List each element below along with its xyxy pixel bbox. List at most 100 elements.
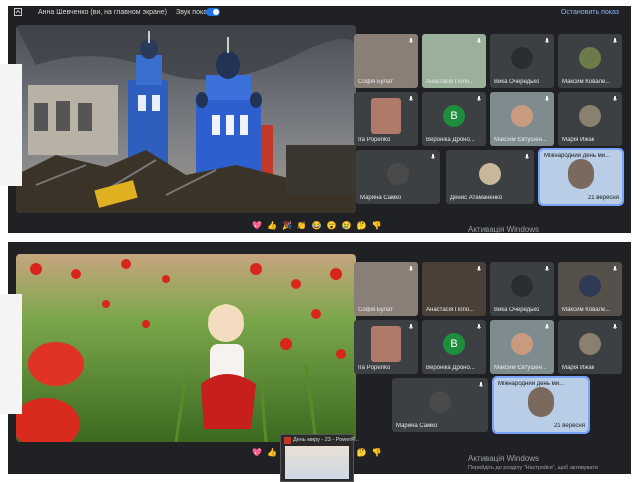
participant-tile[interactable]: Вика Очередько: [490, 34, 554, 88]
heart-icon[interactable]: 💖: [252, 448, 262, 457]
participant-name: Максим Ковале...: [562, 307, 611, 313]
participant-tile[interactable]: Анастасія Попо...: [422, 34, 486, 88]
windows-activation-watermark: Активація Windows: [468, 454, 540, 463]
clap-icon[interactable]: 👏: [297, 221, 307, 230]
stop-presenting-button[interactable]: Остановить показ: [561, 9, 619, 16]
sad-icon[interactable]: 😢: [342, 221, 352, 230]
participant-tile[interactable]: Ira Popenko: [354, 320, 418, 374]
thumbs-up-icon[interactable]: 👍: [267, 221, 277, 230]
thumbs-down-icon[interactable]: 👎: [372, 448, 382, 457]
participant-avatar: [579, 332, 601, 355]
participant-avatar: [387, 162, 409, 185]
participant-tile[interactable]: Ira Popenko: [354, 92, 418, 146]
poppy-field-photo: [16, 254, 356, 442]
white-side-panel: [0, 64, 22, 186]
mic-off-icon: [544, 324, 550, 329]
mic-off-icon: [408, 324, 414, 329]
participant-name: Вика Очередько: [494, 79, 540, 85]
party-icon[interactable]: 🎉: [282, 221, 292, 230]
top-bar: Анна Шевченко (ви, на главном экране) Зв…: [8, 6, 631, 20]
participant-name: Марія Ижак: [562, 365, 595, 371]
mic-off-icon: [430, 154, 436, 159]
participant-name: Марія Ижак: [562, 137, 595, 143]
participant-avatar: В: [443, 104, 465, 127]
mic-off-icon: [476, 266, 482, 271]
mic-off-icon: [612, 324, 618, 329]
participant-tile[interactable]: Марія Ижак: [558, 92, 622, 146]
participant-tile[interactable]: Максим Ковале...: [558, 262, 622, 316]
mic-off-icon: [408, 266, 414, 271]
mic-off-icon: [544, 266, 550, 271]
participant-tile[interactable]: Денис Атаманенко: [446, 150, 534, 204]
participant-tile[interactable]: В Вероніка Дроно...: [422, 320, 486, 374]
participant-avatar: [511, 332, 533, 355]
participant-tile[interactable]: Марина Самко: [392, 378, 488, 432]
mic-off-icon: [408, 96, 414, 101]
participant-name: Вероніка Дроно...: [426, 365, 475, 371]
thinking-icon[interactable]: 🤔: [357, 448, 367, 457]
mic-off-icon: [612, 38, 618, 43]
meeting-screenshot-top: Анна Шевченко (ви, на главном экране) Зв…: [8, 6, 631, 233]
participant-tile[interactable]: Максим Євтушен...: [490, 92, 554, 146]
slide-date: 21 вересня: [587, 195, 619, 201]
participant-tile[interactable]: Вика Очередько: [490, 262, 554, 316]
white-side-panel: [0, 294, 22, 414]
participant-name: Денис Атаманенко: [450, 195, 503, 201]
participant-avatar: [579, 104, 601, 127]
surprised-icon[interactable]: 😮: [327, 221, 337, 230]
mic-off-icon: [612, 96, 618, 101]
mic-off-icon: [408, 38, 414, 43]
participant-tile[interactable]: Марія Ижак: [558, 320, 622, 374]
participant-avatar: [429, 390, 451, 413]
participant-tile[interactable]: Марина Самко: [356, 150, 440, 204]
slide-thumbnail: [285, 446, 349, 479]
thumbs-up-icon[interactable]: 👍: [267, 448, 277, 457]
windows-activation-hint: Перейдіть до розділу "Настройки", щоб ак…: [468, 465, 598, 471]
participant-tile[interactable]: В Вероніка Дроно...: [422, 92, 486, 146]
participant-avatar: [511, 46, 533, 69]
participant-avatar: В: [443, 332, 465, 355]
thumbs-down-icon[interactable]: 👎: [372, 221, 382, 230]
shared-screen-stage: [16, 254, 356, 442]
participant-name: Ira Popenko: [358, 137, 391, 143]
present-icon[interactable]: [14, 8, 22, 16]
participant-name: Максим Ковале...: [562, 79, 611, 85]
participant-tile[interactable]: Софія Булат: [354, 262, 418, 316]
powerpoint-taskbar-preview[interactable]: День миру - 23 - PowerP...: [280, 434, 359, 482]
participant-avatar: [511, 274, 533, 297]
windows-activation-watermark: Активація Windows: [468, 225, 540, 233]
shared-screen-stage: [16, 25, 356, 213]
participant-tile[interactable]: Максим Ковале...: [558, 34, 622, 88]
participant-avatar: [511, 104, 533, 127]
participant-name: Марина Самко: [396, 423, 438, 429]
participant-name: Максим Євтушен...: [494, 137, 547, 143]
presenter-name: Анна Шевченко (ви, на главном экране): [38, 9, 168, 16]
thinking-icon[interactable]: 🤔: [357, 221, 367, 230]
mic-off-icon: [524, 154, 530, 159]
participant-avatar: [528, 386, 554, 417]
participant-avatar: [371, 97, 401, 134]
participant-name: Міжнародний день ми...: [498, 381, 565, 387]
heart-icon[interactable]: 💖: [252, 221, 262, 230]
powerpoint-icon: [284, 437, 291, 444]
participant-tile-speaking[interactable]: Міжнародний день ми... 21 вересня: [492, 376, 590, 434]
participant-avatar: [479, 162, 501, 185]
laugh-icon[interactable]: 😂: [312, 221, 322, 230]
participant-name: Софія Булат: [358, 307, 393, 313]
mic-off-icon: [544, 96, 550, 101]
participant-name: Вероніка Дроно...: [426, 137, 475, 143]
participant-name: Софія Булат: [358, 79, 393, 85]
participant-tile[interactable]: Анастасія Попо...: [422, 262, 486, 316]
church-photo: [16, 25, 356, 213]
participant-tile[interactable]: Софія Булат: [354, 34, 418, 88]
participant-tile-speaking[interactable]: Міжнародний день ми... 21 вересня: [538, 148, 624, 206]
participant-name: Анастасія Попо...: [426, 307, 475, 313]
mic-off-icon: [476, 324, 482, 329]
participant-avatar: [579, 274, 601, 297]
slide-date: 21 вересня: [553, 423, 585, 429]
participant-avatar: [579, 46, 601, 69]
participant-name: Максим Євтушен...: [494, 365, 547, 371]
participant-avatar: [568, 158, 594, 189]
participant-tile[interactable]: Максим Євтушен...: [490, 320, 554, 374]
sound-toggle[interactable]: [206, 8, 220, 16]
